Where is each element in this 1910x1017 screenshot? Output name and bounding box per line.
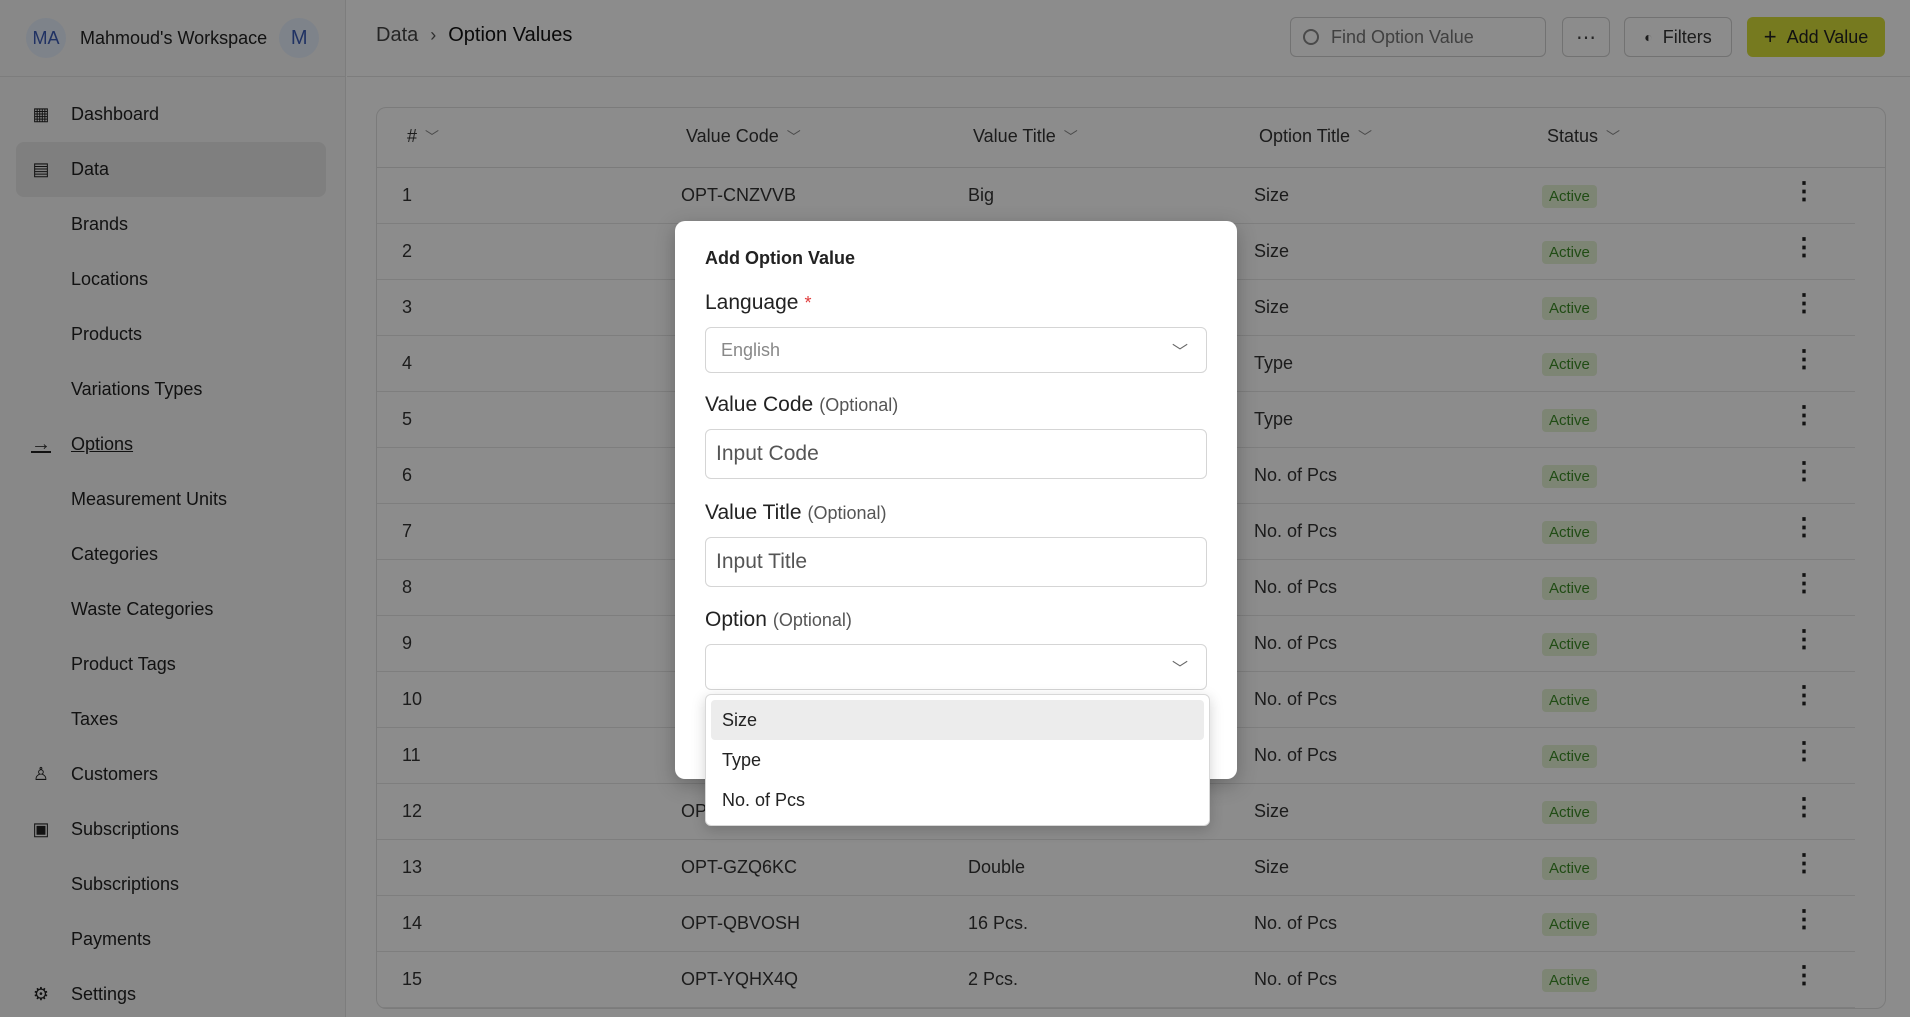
option-select[interactable]: ﹀ [705, 644, 1207, 690]
language-value: English [721, 339, 781, 360]
dropdown-option[interactable]: Type [711, 740, 1204, 780]
language-select[interactable]: English ﹀ [705, 327, 1207, 373]
chevron-down-icon: ﹀ [1171, 661, 1188, 678]
value-title-input[interactable] [705, 537, 1207, 587]
language-label: Language * [705, 291, 812, 314]
option-dropdown-list: Size Type No. of Pcs [705, 694, 1210, 826]
dropdown-option[interactable]: No. of Pcs [711, 780, 1204, 820]
dropdown-option[interactable]: Size [711, 700, 1204, 740]
value-title-label: Value Title (Optional) [705, 501, 887, 524]
value-code-input[interactable] [705, 429, 1207, 479]
chevron-down-icon: ﹀ [1171, 344, 1188, 361]
required-mark: * [804, 293, 812, 313]
option-label: Option (Optional) [705, 608, 852, 631]
value-code-label: Value Code (Optional) [705, 393, 899, 416]
dialog-title: Add Option Value [705, 248, 856, 268]
